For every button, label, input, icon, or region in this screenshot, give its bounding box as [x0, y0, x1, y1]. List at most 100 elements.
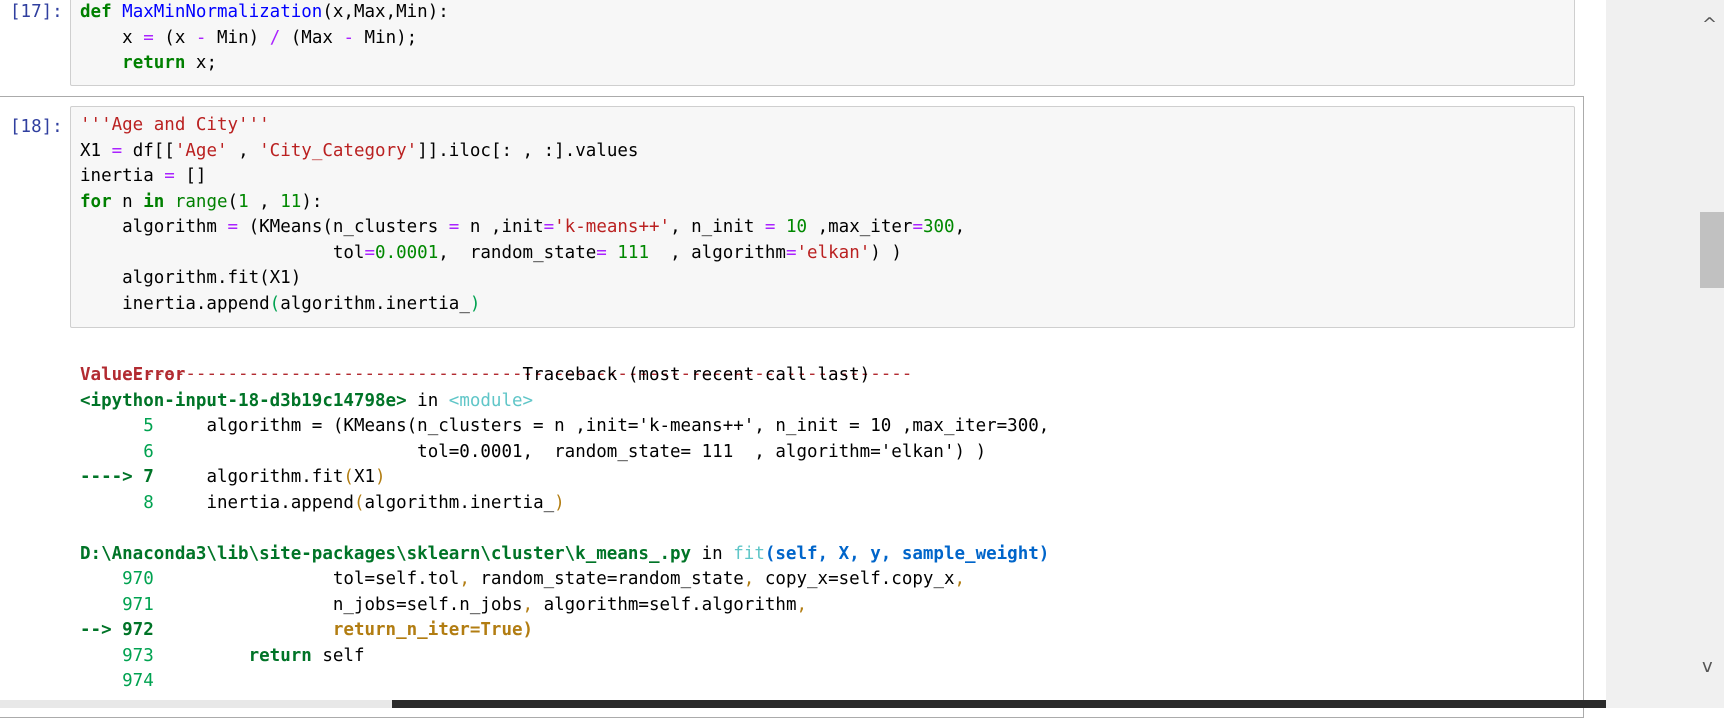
code-token: -: [343, 27, 354, 48]
code-token: =: [785, 242, 797, 263]
scroll-up-icon[interactable]: ^: [1702, 14, 1717, 35]
code-token: (x: [153, 27, 196, 48]
code-line: algorithm = (KMeans(n_clusters = n ,init…: [80, 215, 965, 241]
code-token: tol: [80, 242, 365, 263]
code-token: (KMeans(n_clusters: [238, 217, 449, 237]
code-token: D:\Anaconda3\lib\site-packages\sklearn\c…: [80, 543, 692, 564]
code-token: 111: [617, 242, 649, 263]
code-token: ,: [796, 594, 808, 615]
traceback-line: 5 algorithm = (KMeans(n_clusters = n ,in…: [80, 414, 1049, 440]
code-token: ,: [227, 140, 260, 161]
code-token: =: [227, 217, 239, 237]
code-line: for n in range(1 , 11):: [80, 190, 965, 216]
code-token: -: [195, 27, 207, 48]
code-token: tol=0.0001, random_state= 111 , algorith…: [153, 441, 987, 462]
code-token: algorithm.fit: [153, 467, 344, 487]
code-token: n_jobs=self.n_jobs: [153, 594, 523, 615]
code-token: 10: [786, 217, 808, 237]
traceback-line: 8 inertia.append(algorithm.inertia_): [80, 491, 1049, 517]
code-line: tol=0.0001, random_state= 111 , algorith…: [80, 241, 965, 267]
code-token: 11: [280, 191, 302, 212]
code-token: (: [227, 191, 239, 212]
code-token: 1: [238, 191, 249, 212]
code-token: in: [691, 543, 734, 564]
cell-prompt-17: [17]:: [10, 2, 63, 22]
code-token: 974: [80, 671, 154, 691]
code-token: algorithm=self.algorithm: [533, 594, 797, 615]
code-token: (: [269, 293, 281, 314]
traceback-line: ValueError Traceback (most recent call l…: [80, 363, 1049, 389]
code-line: algorithm.fit(X1): [80, 266, 965, 292]
code-token: Min): [206, 27, 270, 48]
code-token: <module>: [448, 390, 534, 411]
code-line: inertia = []: [80, 164, 965, 190]
code-token: ,: [954, 569, 966, 589]
code-token: return_n_iter=True): [153, 620, 534, 640]
code-token: =: [596, 242, 607, 263]
code-line: X1 = df[['Age' , 'City_Category']].iloc[…: [80, 139, 965, 165]
code-token: []: [174, 166, 207, 186]
code-token: (Max: [280, 27, 344, 48]
code-line: def MaxMinNormalization(x,Max,Min):: [80, 0, 449, 26]
code-token: 971: [80, 594, 154, 615]
code-line: inertia.append(algorithm.inertia_): [80, 292, 965, 318]
code-token: , algorithm: [649, 242, 786, 263]
code-token: (: [353, 492, 365, 513]
code-line: return x;: [80, 51, 449, 77]
code-token: ,: [459, 569, 470, 589]
code-token: ): [469, 293, 481, 314]
code-token: 'Age': [174, 140, 228, 161]
code-token: , random_state: [438, 242, 597, 263]
code-token: 8: [80, 492, 154, 513]
vertical-scrollbar[interactable]: ^ v: [1606, 0, 1724, 708]
code-token: Traceback (most recent call last): [185, 365, 871, 385]
code-token: def: [80, 2, 112, 22]
code-token: ,: [522, 594, 534, 615]
code-token: ,: [954, 217, 966, 237]
code-token: ) ): [870, 242, 902, 263]
code-token: algorithm.inertia_: [364, 492, 555, 513]
code-token: copy_x=self.copy_x: [754, 569, 955, 589]
code-token: in: [406, 390, 449, 411]
code-token: 'City_Category': [259, 140, 418, 161]
code-token: ValueError: [80, 365, 186, 385]
code-token: =: [364, 242, 376, 263]
code-token: =: [143, 27, 154, 48]
traceback-line: ----> 7 algorithm.fit(X1): [80, 465, 1049, 491]
cell-prompt-18: [18]:: [10, 117, 63, 137]
code-token: ,max_iter: [807, 217, 913, 237]
code-token: inertia: [80, 166, 165, 186]
traceback-line: 971 n_jobs=self.n_jobs, algorithm=self.a…: [80, 593, 1049, 619]
code-token: 300: [922, 217, 955, 237]
vertical-scroll-thumb[interactable]: [1700, 212, 1724, 288]
code-token: =: [448, 217, 460, 237]
code-token: algorithm = (KMeans(n_clusters = n ,init…: [153, 416, 1050, 436]
code-line: '''Age and City''': [80, 113, 965, 139]
code-token: --> 972: [80, 620, 154, 640]
horizontal-scroll-thumb[interactable]: [392, 700, 1606, 708]
code-token: df[[: [122, 140, 175, 161]
traceback-line: --> 972 return_n_iter=True): [80, 618, 1049, 644]
traceback-output: ValueError Traceback (most recent call l…: [80, 363, 1049, 695]
code-token: tol=self.tol: [153, 569, 460, 589]
code-token: '''Age and City''': [80, 115, 270, 135]
code-token: ]].iloc[: , :].values: [417, 140, 639, 161]
code-token: for: [80, 191, 112, 212]
traceback-line: 6 tol=0.0001, random_state= 111 , algori…: [80, 440, 1049, 466]
code-lines-17: def MaxMinNormalization(x,Max,Min): x = …: [80, 0, 449, 77]
code-token: x: [80, 27, 144, 48]
code-token: 'k-means++': [554, 217, 671, 237]
code-token: , n_init: [670, 217, 765, 237]
code-token: random_state=random_state: [469, 569, 744, 589]
code-token: self: [311, 645, 365, 666]
code-token: ): [375, 467, 386, 487]
code-token: =: [764, 217, 776, 237]
code-token: return: [248, 645, 312, 666]
notebook-area: [17]: def MaxMinNormalization(x,Max,Min)…: [0, 0, 1606, 718]
scroll-down-icon[interactable]: v: [1702, 656, 1713, 677]
code-token: n: [111, 191, 144, 212]
